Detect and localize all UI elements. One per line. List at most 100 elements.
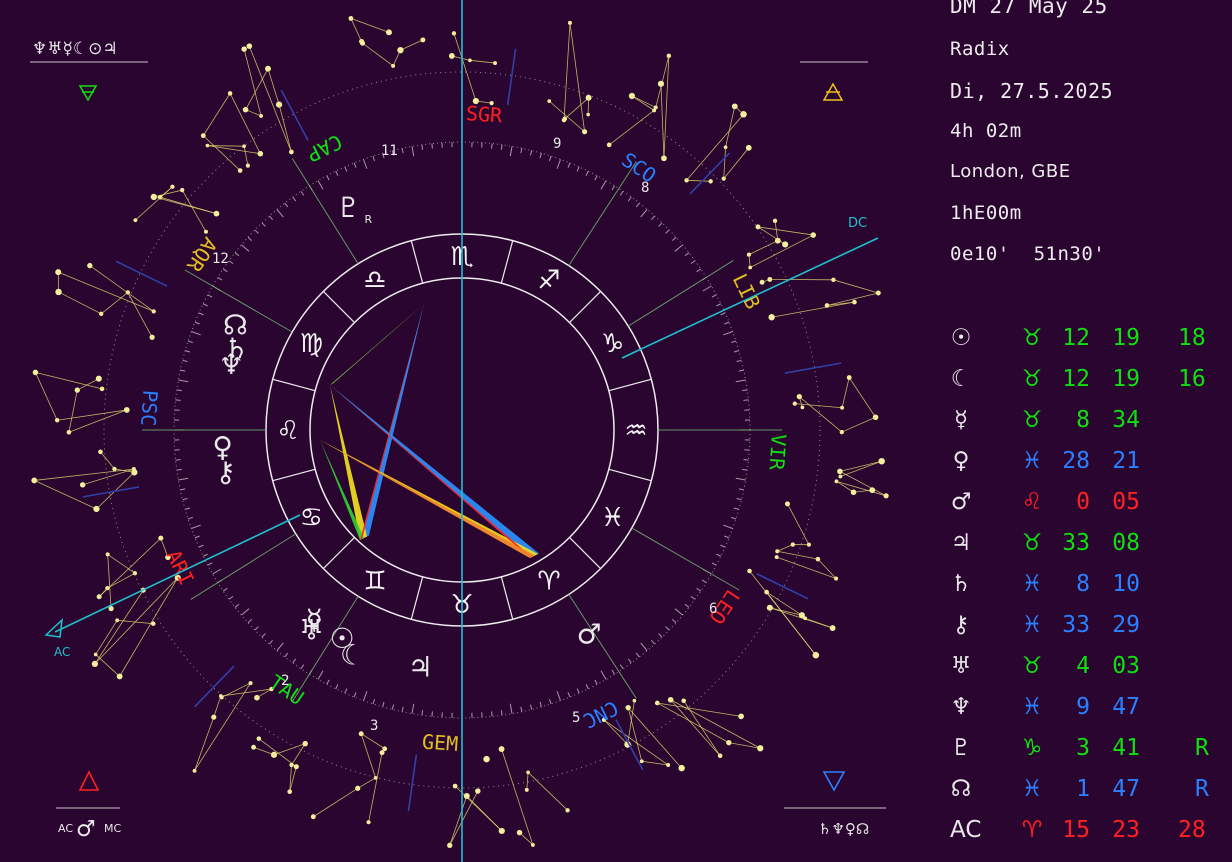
zodiac-sign-icon: ♉ — [1021, 530, 1043, 556]
constellation-line — [58, 291, 102, 315]
sign-boundary-line — [506, 48, 517, 106]
star-dot — [99, 311, 104, 316]
planet-position-row: ♅ ♉ 4 03 — [950, 653, 1232, 694]
degree-tick — [176, 468, 182, 471]
star-dot — [385, 29, 392, 36]
degree-tick — [500, 710, 503, 716]
constellation-line — [449, 790, 479, 846]
retrograde-flag: R — [365, 213, 373, 226]
degree-tick — [178, 379, 189, 383]
degree-tick — [671, 618, 677, 624]
constellation-line — [660, 83, 665, 159]
star-dot — [397, 47, 404, 54]
zodiac-sign-icon: ♓ — [601, 503, 624, 533]
zodiac-divider — [272, 378, 316, 392]
constellation-line — [362, 42, 394, 67]
constellation-line — [291, 743, 306, 766]
star-dot — [293, 764, 299, 770]
mars-icon: ♂ — [76, 817, 96, 842]
position-degrees: 28 — [1062, 448, 1090, 474]
degree-tick — [556, 691, 561, 701]
degree-tick — [585, 170, 589, 176]
zodiac-sign-icon: ♌ — [276, 416, 299, 446]
house-cusp-line — [631, 527, 740, 591]
position-degrees: 8 — [1076, 407, 1090, 433]
star-dot — [87, 262, 93, 269]
degree-tick — [600, 670, 607, 680]
degree-tick — [421, 710, 424, 716]
degree-tick — [640, 209, 648, 218]
constellation-line — [723, 147, 750, 179]
star-dot — [237, 168, 243, 173]
degree-tick — [228, 595, 234, 600]
degree-tick — [198, 312, 204, 316]
sign-boundary-line — [756, 573, 809, 600]
degree-tick — [594, 679, 598, 685]
constellation-line — [787, 503, 810, 545]
degree-tick — [567, 162, 571, 168]
degree-tick — [696, 587, 702, 592]
sign-label: PSC — [136, 389, 162, 427]
ac-label: AC — [54, 645, 70, 659]
degree-tick — [509, 146, 513, 157]
constellation-line — [526, 772, 529, 790]
constellation-line — [153, 196, 217, 215]
position-degrees: 33 — [1062, 530, 1090, 556]
constellation-line — [360, 733, 376, 778]
degree-tick — [191, 524, 201, 529]
corner-element-markers: ♆♅☿☾⊙♃AC ♂ MC ♄♆♀☊ — [30, 39, 886, 842]
star-dot — [251, 744, 257, 750]
star-dot — [869, 487, 876, 494]
zodiac-divider — [608, 468, 652, 482]
fire-triangle-icon — [78, 770, 100, 791]
degree-tick — [431, 711, 433, 717]
constellation-line — [95, 654, 120, 677]
planet-glyph-icon: ☿ — [953, 407, 969, 433]
zodiac-sign-icon: ♐ — [537, 265, 560, 295]
constellation-line — [100, 451, 115, 470]
constellation-line — [107, 554, 112, 609]
degree-tick — [730, 516, 737, 520]
degree-tick — [724, 535, 730, 539]
position-degrees: 0 — [1076, 489, 1090, 515]
planet-glyph-icon: AC — [950, 817, 982, 843]
constellation-line — [686, 179, 711, 182]
degree-tick — [635, 202, 640, 208]
planet-glyph-icon: ⚷ — [215, 456, 236, 489]
constellation-line — [757, 226, 814, 236]
chart-type: Radix — [950, 38, 1010, 60]
chart-coords: 0e10' 51n30' — [950, 243, 1106, 265]
ac-axis — [54, 514, 301, 633]
degree-tick — [736, 359, 742, 363]
degree-tick — [576, 166, 580, 172]
constellation-line — [77, 378, 99, 391]
planet-glyph-icon: ♇ — [336, 191, 361, 224]
degree-tick — [411, 146, 415, 157]
constellation-line — [840, 460, 882, 477]
degree-tick — [491, 711, 493, 717]
star-dot — [74, 387, 80, 393]
axis-lines: AC DC — [44, 0, 879, 862]
degree-tick — [198, 544, 204, 548]
astro-wheel-chart: SGRSCOLIBVIRLEOCNCGEMTAUARIPSCAQRCAP ♐♏♎… — [30, 0, 889, 862]
constellation-line — [841, 416, 876, 433]
degree-tick — [611, 669, 616, 675]
constellation-line — [670, 699, 761, 749]
planet-glyph-icon: ☊ — [223, 308, 248, 341]
chart-title: DM 27 May 25 — [950, 0, 1108, 18]
degree-tick — [696, 268, 702, 273]
degree-tick — [743, 399, 749, 401]
constellation-line — [683, 700, 721, 757]
retrograde-flag: R — [1195, 735, 1209, 761]
star-dot — [475, 788, 481, 794]
position-minutes: 19 — [1112, 366, 1140, 392]
degree-tick — [300, 190, 305, 196]
house-number: 3 — [370, 718, 378, 734]
constellation-line — [119, 577, 179, 677]
degree-tick — [326, 679, 330, 685]
degree-tick — [684, 252, 690, 257]
constellation-line — [748, 240, 778, 255]
constellation-line — [258, 738, 297, 767]
earth-triangle-icon — [78, 85, 98, 102]
zodiac-divider — [272, 468, 316, 482]
